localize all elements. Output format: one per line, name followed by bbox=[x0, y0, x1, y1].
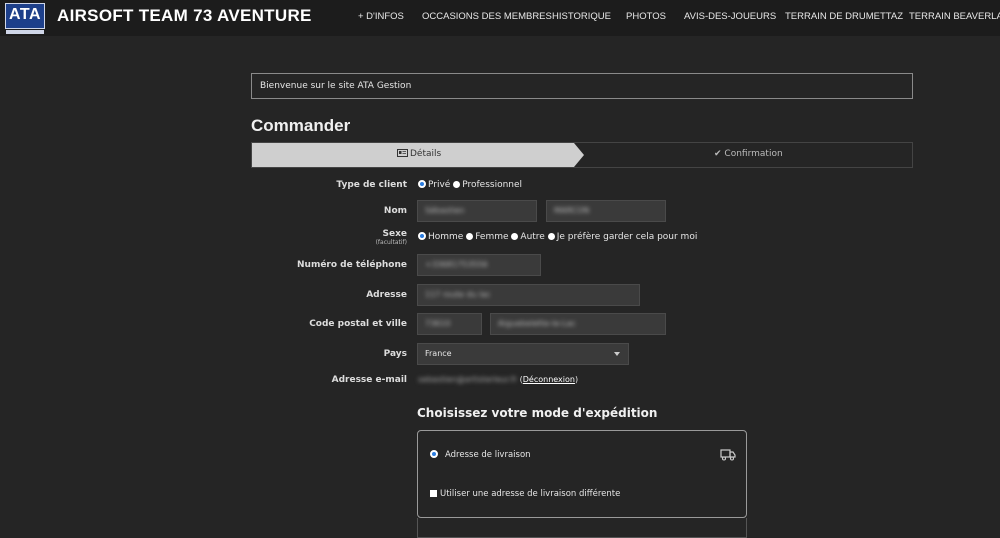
radio-no-answer[interactable] bbox=[547, 233, 555, 240]
gender-radios: Homme Femme Autre Je préfère garder cela… bbox=[418, 232, 697, 242]
gender-hint: (facultatif) bbox=[375, 239, 407, 246]
country-label: Pays bbox=[383, 349, 407, 359]
radio-no-answer-label: Je préfère garder cela pour moi bbox=[556, 232, 698, 242]
different-address-checkbox[interactable] bbox=[430, 490, 437, 497]
nav-item-photos[interactable]: PHOTOS bbox=[626, 11, 666, 22]
id-card-icon bbox=[397, 149, 408, 157]
site-title[interactable]: AIRSOFT TEAM 73 AVENTURE bbox=[57, 6, 312, 26]
truck-icon bbox=[720, 449, 736, 461]
radio-femme[interactable] bbox=[466, 233, 474, 240]
nav-item-infos[interactable]: + D'INFOS bbox=[358, 11, 404, 22]
step-confirmation-label: Confirmation bbox=[724, 149, 783, 159]
last-name-value: MARCON bbox=[554, 206, 590, 215]
city-value: Aiguebelette-le-Lac bbox=[498, 319, 576, 328]
address-value: 117 route du lac bbox=[425, 290, 491, 299]
different-address-option[interactable]: Utiliser une adresse de livraison différ… bbox=[430, 489, 620, 499]
radio-prive-label: Privé bbox=[428, 180, 451, 190]
nav-item-beaverland[interactable]: TERRAIN BEAVERLAND bbox=[909, 11, 1000, 22]
radio-professionnel[interactable] bbox=[453, 181, 461, 188]
country-value: France bbox=[425, 349, 452, 358]
radio-delivery[interactable] bbox=[430, 450, 438, 458]
email-display: sebastien@artisterleur.fr (Déconnexion) bbox=[418, 375, 579, 384]
welcome-message: Bienvenue sur le site ATA Gestion bbox=[251, 73, 913, 99]
logo-underline bbox=[6, 30, 44, 34]
nav-item-drumettaz[interactable]: TERRAIN DE DRUMETTAZ bbox=[785, 11, 903, 22]
step-details-content: Détails bbox=[397, 149, 441, 159]
country-select[interactable]: France bbox=[417, 343, 629, 365]
address-input[interactable]: 117 route du lac bbox=[417, 284, 640, 306]
shipping-title: Choisissez votre mode d'expédition bbox=[417, 406, 658, 420]
different-address-label: Utiliser une adresse de livraison différ… bbox=[440, 489, 621, 499]
page-title: Commander bbox=[251, 116, 351, 135]
step-confirmation[interactable]: ✔ Confirmation bbox=[584, 143, 912, 167]
postal-code-input[interactable]: 73610 bbox=[417, 313, 482, 335]
nav-item-occasions[interactable]: OCCASIONS DES MEMBRES bbox=[422, 11, 552, 22]
city-input[interactable]: Aiguebelette-le-Lac bbox=[490, 313, 666, 335]
last-name-input[interactable]: MARCON bbox=[546, 200, 666, 222]
email-label: Adresse e-mail bbox=[331, 375, 407, 385]
radio-homme[interactable] bbox=[418, 232, 426, 240]
radio-prive[interactable] bbox=[418, 180, 426, 188]
shipping-option-label: Adresse de livraison bbox=[445, 450, 531, 460]
step-confirmation-content: ✔ Confirmation bbox=[714, 149, 783, 159]
nav-item-avis[interactable]: AVIS-DES-JOUEURS bbox=[684, 11, 776, 22]
client-type-radios: Privé Professionnel bbox=[418, 180, 522, 190]
radio-professionnel-label: Professionnel bbox=[462, 180, 523, 190]
nav-item-historique[interactable]: HISTORIQUE bbox=[552, 11, 611, 22]
phone-label: Numéro de téléphone bbox=[297, 260, 407, 270]
checkout-steps: Détails ✔ Confirmation bbox=[251, 142, 913, 168]
client-type-label: Type de client bbox=[336, 180, 407, 190]
logout-link[interactable]: Déconnexion bbox=[523, 375, 575, 384]
step-details-label: Détails bbox=[410, 149, 442, 159]
shipping-next-section bbox=[417, 518, 747, 538]
radio-autre[interactable] bbox=[511, 233, 519, 240]
postal-code-value: 73610 bbox=[425, 319, 451, 328]
first-name-input[interactable]: Sébastien bbox=[417, 200, 537, 222]
first-name-value: Sébastien bbox=[425, 206, 465, 215]
logo-text: ATA bbox=[8, 6, 41, 23]
address-label: Adresse bbox=[366, 290, 407, 300]
check-icon: ✔ bbox=[714, 149, 722, 159]
ata-logo[interactable]: ATA bbox=[5, 3, 45, 34]
top-navbar: ATA AIRSOFT TEAM 73 AVENTURE + D'INFOS O… bbox=[0, 0, 1000, 36]
name-label: Nom bbox=[383, 206, 407, 216]
radio-femme-label: Femme bbox=[475, 232, 509, 242]
radio-autre-label: Autre bbox=[520, 232, 545, 242]
postal-city-label: Code postal et ville bbox=[309, 319, 407, 329]
phone-value: +33681753556 bbox=[425, 260, 488, 269]
shipping-options-box: Adresse de livraison Utiliser une adress… bbox=[417, 430, 747, 518]
step-details[interactable]: Détails bbox=[252, 143, 584, 167]
gender-label-text: Sexe bbox=[382, 229, 408, 239]
shipping-option-delivery[interactable]: Adresse de livraison bbox=[430, 450, 531, 460]
radio-homme-label: Homme bbox=[428, 232, 464, 242]
chevron-down-icon bbox=[614, 352, 620, 356]
email-value: sebastien@artisterleur.fr bbox=[418, 375, 518, 384]
gender-label: Sexe (facultatif) bbox=[207, 229, 407, 246]
phone-input[interactable]: +33681753556 bbox=[417, 254, 541, 276]
